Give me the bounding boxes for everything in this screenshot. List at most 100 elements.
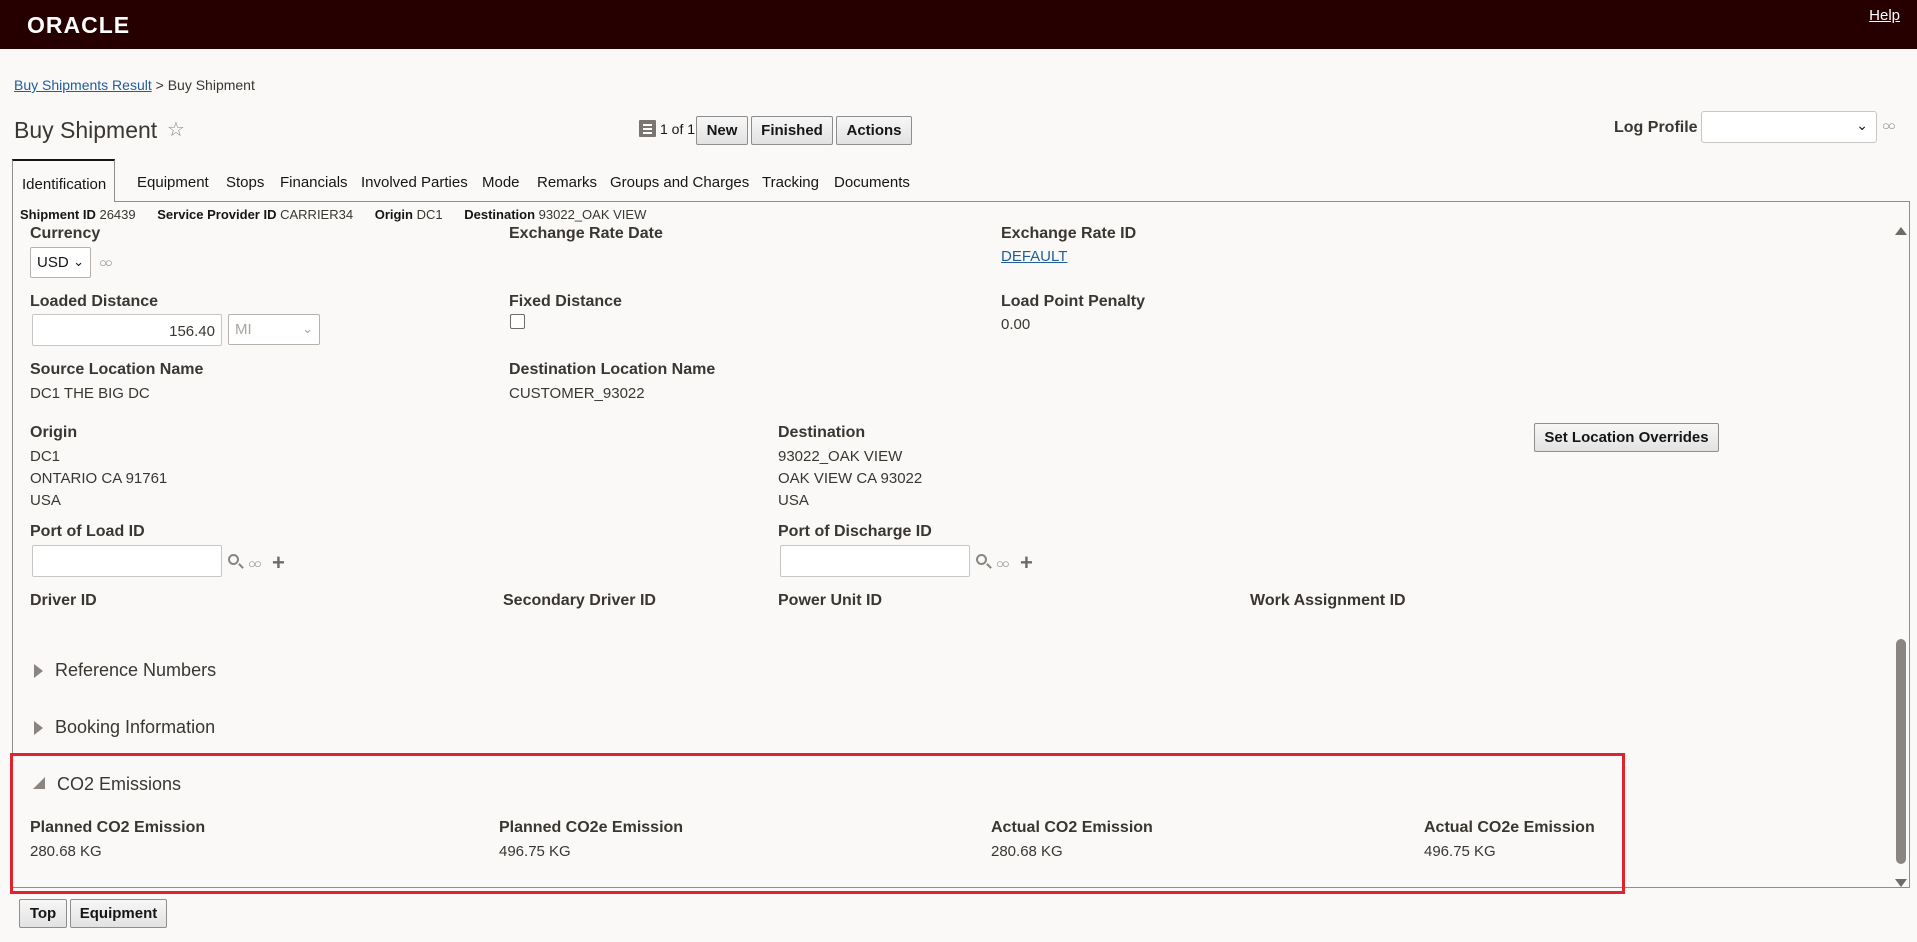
tab-equipment[interactable]: Equipment: [137, 174, 209, 191]
destination-line-3: USA: [778, 492, 809, 509]
pager-count: 1 of 1: [660, 121, 696, 137]
load-point-penalty-value: 0.00: [1001, 316, 1031, 333]
new-button[interactable]: New: [696, 116, 748, 145]
tab-groups-and-charges[interactable]: Groups and Charges: [610, 174, 749, 191]
port-of-discharge-input[interactable]: [780, 545, 970, 577]
power-unit-id-label: Power Unit ID: [778, 592, 883, 609]
tab-involved-parties[interactable]: Involved Parties: [361, 174, 468, 191]
origin-line-3: USA: [30, 492, 61, 509]
reference-numbers-title: Reference Numbers: [55, 660, 217, 680]
favorite-star-icon[interactable]: ☆: [167, 117, 185, 142]
provider-value: CARRIER34: [280, 207, 354, 222]
actual-co2e-label: Actual CO2e Emission: [1424, 819, 1595, 836]
provider-label: Service Provider ID: [157, 207, 277, 222]
scroll-down-arrow-icon[interactable]: [1895, 879, 1907, 887]
planned-co2e-label: Planned CO2e Emission: [499, 819, 684, 836]
port-of-discharge-label: Port of Discharge ID: [778, 523, 932, 540]
actions-button[interactable]: Actions: [836, 116, 912, 145]
exchange-rate-id-label: Exchange Rate ID: [1001, 225, 1137, 242]
planned-co2-label: Planned CO2 Emission: [30, 819, 206, 836]
actual-co2-value: 280.68 KG: [991, 843, 1063, 860]
distance-uom-select[interactable]: MI ⌄: [228, 314, 320, 345]
vertical-scrollbar[interactable]: [1893, 227, 1909, 887]
chevron-down-icon: ⌄: [302, 321, 313, 336]
tab-tracking[interactable]: Tracking: [762, 174, 819, 191]
top-bar: ORACLE Help: [0, 0, 1917, 49]
load-point-penalty-label: Load Point Penalty: [1001, 293, 1146, 310]
port-of-load-input[interactable]: [32, 545, 222, 577]
tab-financials[interactable]: Financials: [280, 174, 348, 191]
tab-remarks[interactable]: Remarks: [537, 174, 597, 191]
chevron-down-icon: ⌄: [73, 254, 84, 269]
summary-origin-label: Origin: [374, 207, 413, 222]
currency-label: Currency: [30, 225, 101, 242]
tab-mode[interactable]: Mode: [482, 174, 520, 191]
destination-location-value: CUSTOMER_93022: [509, 385, 645, 402]
list-icon[interactable]: [639, 120, 656, 137]
exchange-rate-date-label: Exchange Rate Date: [509, 225, 663, 242]
co2-emissions-section-header[interactable]: CO2 Emissions: [33, 774, 181, 795]
distance-uom-value: MI: [235, 321, 252, 338]
page-title: Buy Shipment: [14, 117, 158, 143]
view-glasses-icon[interactable]: ○○: [99, 255, 113, 270]
log-profile-label: Log Profile: [1614, 119, 1698, 136]
summary-origin-value: DC1: [416, 207, 443, 222]
add-icon[interactable]: +: [1020, 552, 1033, 574]
exchange-rate-id-link[interactable]: DEFAULT: [1001, 248, 1067, 265]
breadcrumb-separator: >: [155, 77, 164, 93]
planned-co2-value: 280.68 KG: [30, 843, 102, 860]
breadcrumb: Buy Shipments Result > Buy Shipment: [14, 77, 255, 93]
chevron-down-icon: ⌄: [1856, 117, 1868, 133]
destination-line-2: OAK VIEW CA 93022: [778, 470, 923, 487]
top-button[interactable]: Top: [19, 899, 67, 928]
fixed-distance-label: Fixed Distance: [509, 293, 622, 310]
shipment-summary: Shipment ID 26439 Service Provider ID CA…: [20, 207, 664, 222]
shipment-id-value: 26439: [99, 207, 136, 222]
collapse-triangle-icon: [33, 777, 45, 790]
view-glasses-icon[interactable]: ○○: [996, 556, 1010, 571]
summary-destination-label: Destination: [464, 207, 536, 222]
tab-stops[interactable]: Stops: [226, 174, 264, 191]
source-location-label: Source Location Name: [30, 361, 204, 378]
currency-value: USD: [37, 254, 69, 271]
fixed-distance-checkbox[interactable]: [510, 314, 525, 329]
finished-button[interactable]: Finished: [751, 116, 833, 145]
breadcrumb-link-results[interactable]: Buy Shipments Result: [14, 77, 152, 93]
actual-co2-label: Actual CO2 Emission: [991, 819, 1153, 836]
destination-location-label: Destination Location Name: [509, 361, 716, 378]
equipment-button[interactable]: Equipment: [70, 899, 167, 928]
work-assignment-id-label: Work Assignment ID: [1250, 592, 1406, 609]
port-of-load-label: Port of Load ID: [30, 523, 145, 540]
expand-triangle-icon: [34, 721, 43, 736]
identification-panel: Shipment ID 26439 Service Provider ID CA…: [12, 201, 1910, 888]
search-icon[interactable]: [976, 554, 987, 565]
tab-identification[interactable]: Identification: [12, 159, 116, 202]
reference-numbers-section-header[interactable]: Reference Numbers: [34, 660, 216, 681]
scroll-up-arrow-icon[interactable]: [1895, 227, 1907, 235]
secondary-driver-id-label: Secondary Driver ID: [503, 592, 656, 609]
scrollbar-thumb[interactable]: [1896, 639, 1906, 864]
loaded-distance-input[interactable]: 156.40: [32, 314, 222, 346]
booking-information-section-header[interactable]: Booking Information: [34, 717, 215, 738]
source-location-value: DC1 THE BIG DC: [30, 385, 150, 402]
log-profile-select[interactable]: ⌄: [1701, 111, 1877, 143]
view-glasses-icon[interactable]: ○○: [1882, 118, 1896, 133]
origin-line-1: DC1: [30, 448, 61, 465]
view-glasses-icon[interactable]: ○○: [248, 556, 262, 571]
booking-information-title: Booking Information: [55, 717, 216, 737]
destination-line-1: 93022_OAK VIEW: [778, 448, 903, 465]
summary-destination-value: 93022_OAK VIEW: [538, 207, 647, 222]
set-location-overrides-button[interactable]: Set Location Overrides: [1534, 423, 1719, 452]
co2-emissions-title: CO2 Emissions: [57, 774, 182, 794]
planned-co2e-value: 496.75 KG: [499, 843, 571, 860]
help-link[interactable]: Help: [1869, 7, 1900, 24]
search-icon[interactable]: [228, 554, 239, 565]
loaded-distance-label: Loaded Distance: [30, 293, 159, 310]
tab-documents[interactable]: Documents: [834, 174, 910, 191]
oracle-logo: ORACLE: [27, 12, 131, 38]
origin-line-2: ONTARIO CA 91761: [30, 470, 168, 487]
add-icon[interactable]: +: [272, 552, 285, 574]
origin-label: Origin: [30, 424, 78, 441]
currency-select[interactable]: USD ⌄: [30, 247, 91, 278]
destination-label: Destination: [778, 424, 866, 441]
